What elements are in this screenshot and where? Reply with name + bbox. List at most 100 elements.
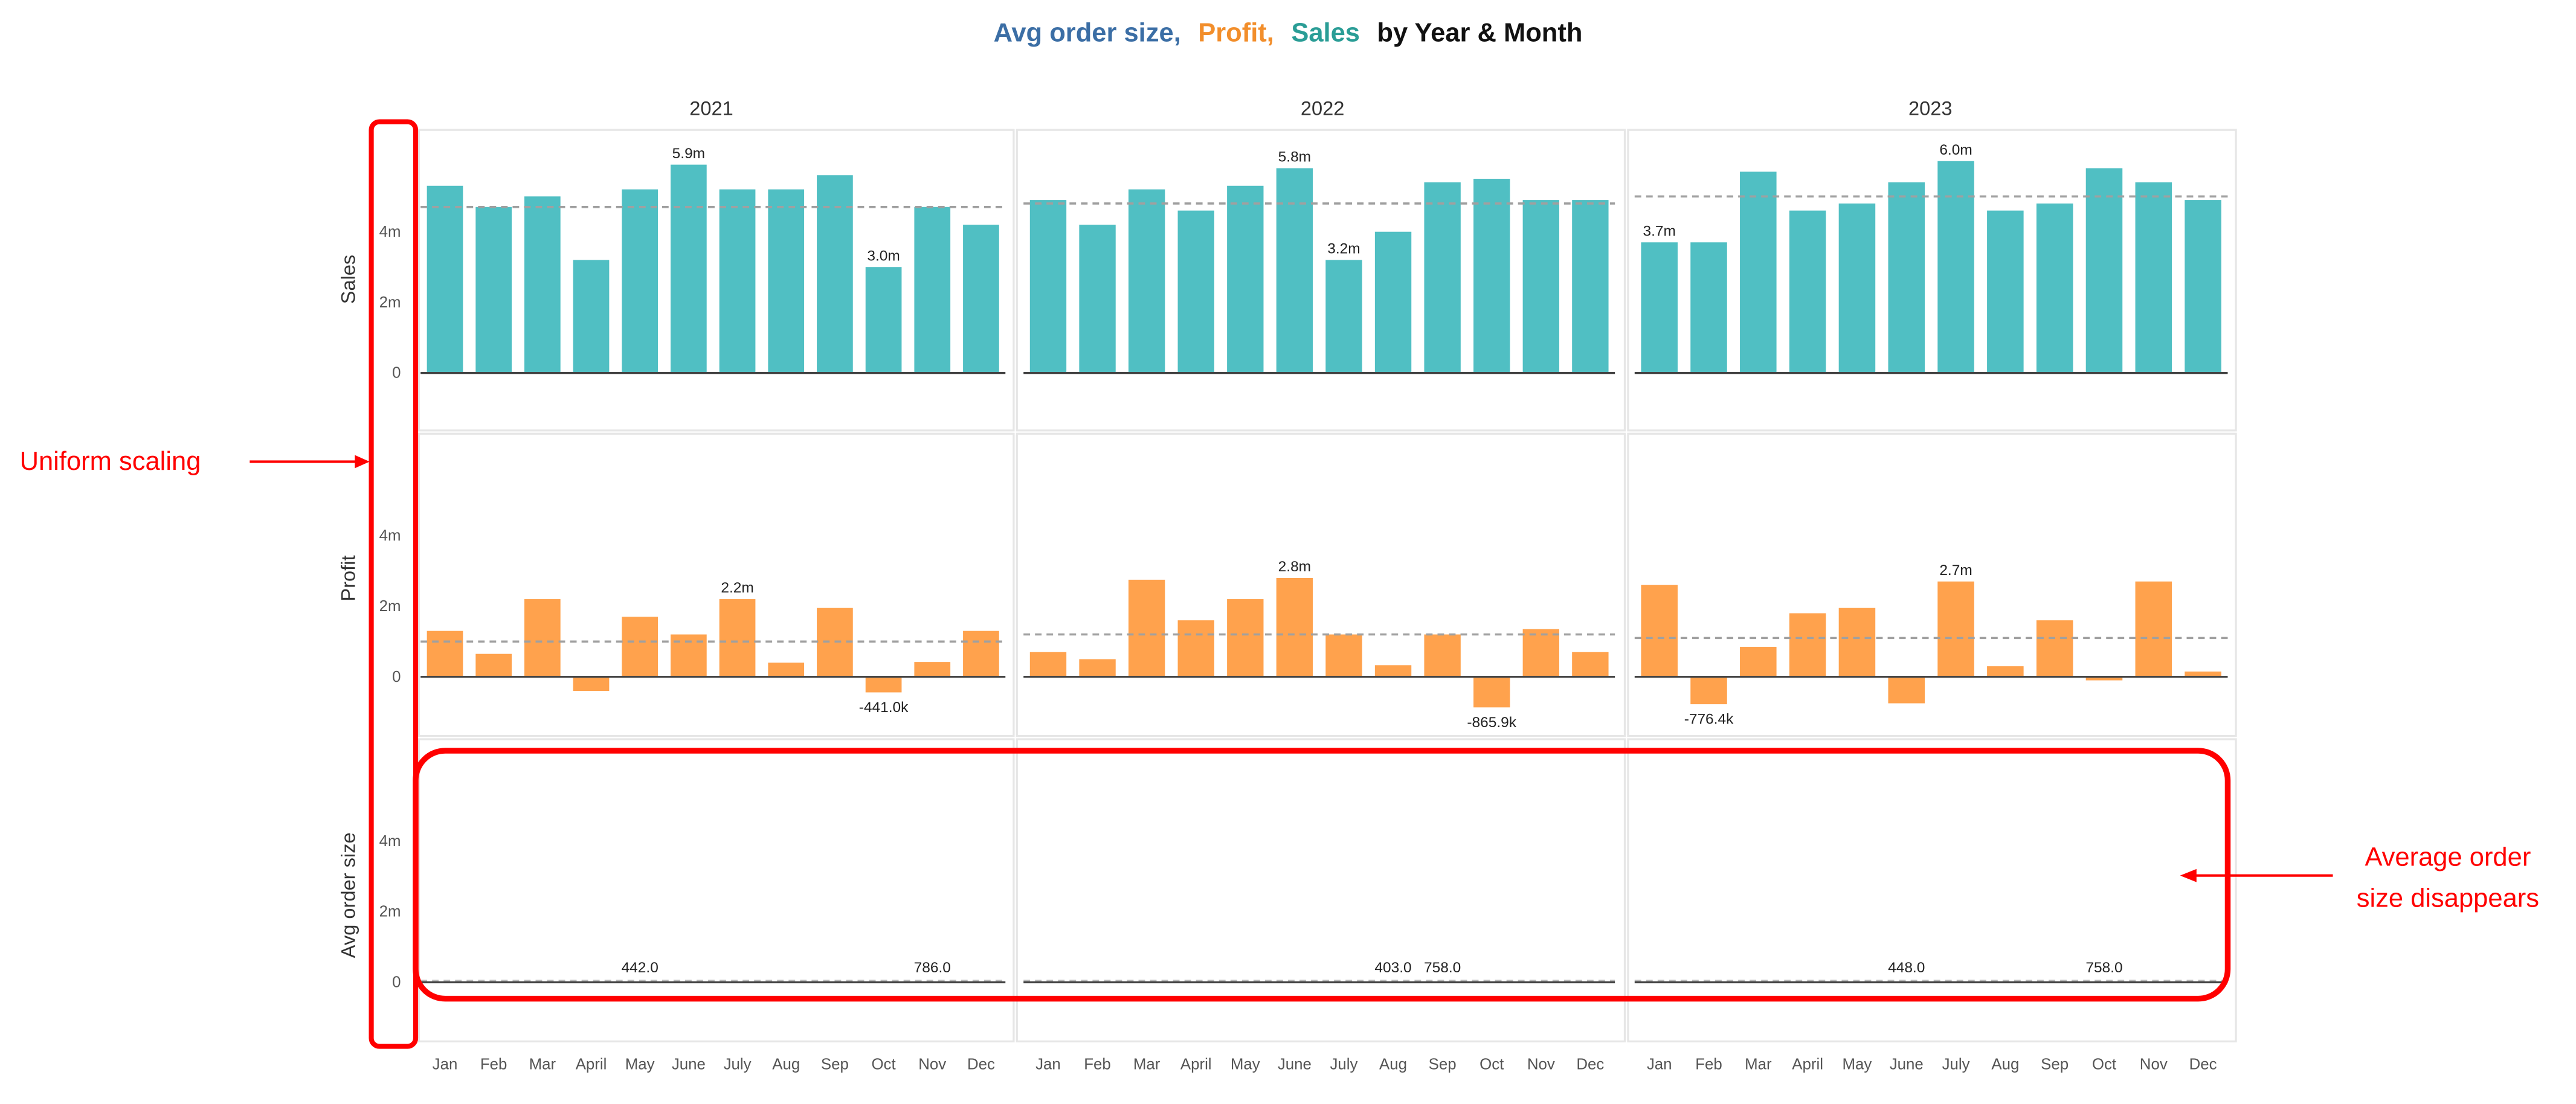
data-label: 5.9m bbox=[672, 146, 705, 162]
data-label: 6.0m bbox=[1939, 142, 1972, 158]
data-label: -865.9k bbox=[1467, 714, 1516, 731]
bar-profit-2022-Sep bbox=[1424, 634, 1461, 677]
bar-sales-2022-Feb bbox=[1079, 225, 1116, 373]
x-tick-label-2023-Dec: Dec bbox=[2189, 1056, 2217, 1073]
bar-profit-2023-April bbox=[1789, 613, 1826, 677]
bar-profit-2021-Feb bbox=[475, 653, 512, 677]
x-tick-label-2022-Feb: Feb bbox=[1084, 1056, 1111, 1073]
bar-profit-2021-July bbox=[719, 599, 756, 677]
bar-sales-2023-Mar bbox=[1740, 172, 1777, 373]
data-label: 758.0 bbox=[1424, 960, 1461, 976]
bar-sales-2022-Sep bbox=[1424, 182, 1461, 373]
bar-sales-2022-Oct bbox=[1473, 179, 1510, 373]
bar-sales-2022-May bbox=[1227, 185, 1264, 373]
bar-sales-2023-Aug bbox=[1987, 210, 2024, 373]
x-tick-label-2022-Mar: Mar bbox=[1133, 1056, 1161, 1073]
x-tick-label-2023-Aug: Aug bbox=[1991, 1056, 2019, 1073]
bar-profit-2023-Sep bbox=[2036, 620, 2073, 677]
data-label: 786.0 bbox=[914, 960, 951, 976]
bar-sales-2023-Feb bbox=[1690, 242, 1727, 373]
bar-profit-2021-Dec bbox=[963, 631, 999, 677]
bar-sales-2021-Mar bbox=[524, 196, 561, 373]
bar-sales-2021-June bbox=[671, 164, 707, 373]
x-tick-label-2021-Dec: Dec bbox=[967, 1056, 995, 1073]
bar-sales-2022-Aug bbox=[1374, 231, 1412, 373]
bar-sales-2023-Dec bbox=[2185, 200, 2221, 373]
bar-profit-2021-Jan bbox=[427, 631, 463, 677]
y-tick-label: 0 bbox=[392, 669, 401, 685]
x-tick-label-2023-April: April bbox=[1792, 1056, 1823, 1073]
bar-sales-2022-Mar bbox=[1128, 189, 1165, 373]
y-axis-label-sales: Sales bbox=[336, 255, 359, 304]
bar-profit-2021-Aug bbox=[768, 663, 805, 677]
year-header-2021: 2021 bbox=[689, 97, 733, 120]
x-tick-label-2023-Mar: Mar bbox=[1745, 1056, 1772, 1073]
x-tick-label-2021-June: June bbox=[672, 1056, 706, 1073]
x-tick-label-2021-Aug: Aug bbox=[772, 1056, 800, 1073]
bar-sales-2021-Feb bbox=[475, 207, 512, 373]
title-part-avg-order-size: Avg order size, bbox=[994, 18, 1181, 47]
bar-profit-2023-Mar bbox=[1740, 646, 1777, 677]
bar-profit-2021-Mar bbox=[524, 599, 561, 677]
bar-profit-2023-May bbox=[1838, 608, 1876, 677]
bar-sales-2023-April bbox=[1789, 210, 1826, 373]
bar-sales-2023-Nov bbox=[2135, 182, 2172, 373]
bar-profit-2023-Jan bbox=[1641, 585, 1678, 677]
x-tick-label-2022-July: July bbox=[1330, 1056, 1357, 1073]
y-tick-label: 0 bbox=[392, 365, 401, 382]
bar-sales-2021-Nov bbox=[914, 207, 951, 373]
bar-sales-2021-May bbox=[622, 189, 658, 373]
x-tick-label-2022-Jan: Jan bbox=[1035, 1056, 1061, 1073]
panel-profit-2022 bbox=[1016, 432, 1626, 737]
year-header-2023: 2023 bbox=[1908, 97, 1953, 120]
bar-profit-2022-June bbox=[1276, 577, 1313, 677]
x-tick-label-2022-Nov: Nov bbox=[1527, 1056, 1555, 1073]
bar-sales-2021-July bbox=[719, 189, 756, 373]
bar-profit-2023-Feb bbox=[1690, 676, 1727, 705]
bar-sales-2021-Dec bbox=[963, 225, 999, 373]
bar-profit-2023-July bbox=[1937, 581, 1974, 677]
data-label: 442.0 bbox=[622, 960, 658, 976]
bar-sales-2022-Nov bbox=[1522, 200, 1559, 373]
x-tick-label-2023-July: July bbox=[1942, 1056, 1970, 1073]
data-label: 5.8m bbox=[1278, 149, 1311, 165]
bar-sales-2023-Oct bbox=[2085, 168, 2123, 373]
x-tick-label-2023-Jan: Jan bbox=[1647, 1056, 1672, 1073]
y-tick-label: 0 bbox=[392, 974, 401, 991]
bar-profit-2022-July bbox=[1325, 634, 1362, 677]
y-tick-label: 4m bbox=[379, 223, 401, 240]
y-tick-label: 2m bbox=[379, 598, 401, 615]
bar-profit-2022-Feb bbox=[1079, 659, 1116, 677]
data-label: 3.7m bbox=[1643, 223, 1675, 239]
data-label: 2.8m bbox=[1278, 559, 1311, 575]
x-tick-label-2022-April: April bbox=[1180, 1056, 1212, 1073]
data-label: 3.2m bbox=[1327, 241, 1360, 257]
title-part-sales: Sales bbox=[1291, 18, 1360, 47]
bar-profit-2021-Nov bbox=[914, 662, 951, 677]
bar-sales-2021-Jan bbox=[427, 185, 463, 373]
bar-profit-2021-May bbox=[622, 617, 658, 677]
bar-sales-2023-June bbox=[1888, 182, 1925, 373]
avg-disappears-label-1: Average order bbox=[2365, 842, 2531, 871]
bar-profit-2023-Aug bbox=[1987, 666, 2024, 677]
bar-sales-2022-July bbox=[1325, 260, 1362, 373]
x-tick-label-2021-Mar: Mar bbox=[529, 1056, 556, 1073]
data-label: 448.0 bbox=[1888, 960, 1925, 976]
bar-profit-2022-Nov bbox=[1522, 629, 1559, 677]
data-label: -441.0k bbox=[859, 699, 909, 716]
x-tick-label-2022-June: June bbox=[1278, 1056, 1312, 1073]
x-tick-label-2023-Oct: Oct bbox=[2092, 1056, 2116, 1073]
bar-sales-2022-June bbox=[1276, 168, 1313, 373]
bar-profit-2022-Oct bbox=[1473, 676, 1510, 708]
uniform-scaling-arrowhead bbox=[355, 455, 370, 469]
bar-profit-2022-Dec bbox=[1572, 652, 1609, 677]
x-tick-label-2022-Oct: Oct bbox=[1480, 1056, 1504, 1073]
panel-profit-2021 bbox=[417, 432, 1015, 737]
bar-sales-2023-Sep bbox=[2036, 203, 2073, 373]
x-tick-label-2021-April: April bbox=[576, 1056, 607, 1073]
bar-sales-2022-Jan bbox=[1029, 200, 1067, 373]
title-part-profit: Profit, bbox=[1198, 18, 1274, 47]
bar-profit-2023-Nov bbox=[2135, 581, 2172, 677]
y-tick-label: 4m bbox=[379, 833, 401, 850]
bar-profit-2021-April bbox=[573, 676, 610, 692]
